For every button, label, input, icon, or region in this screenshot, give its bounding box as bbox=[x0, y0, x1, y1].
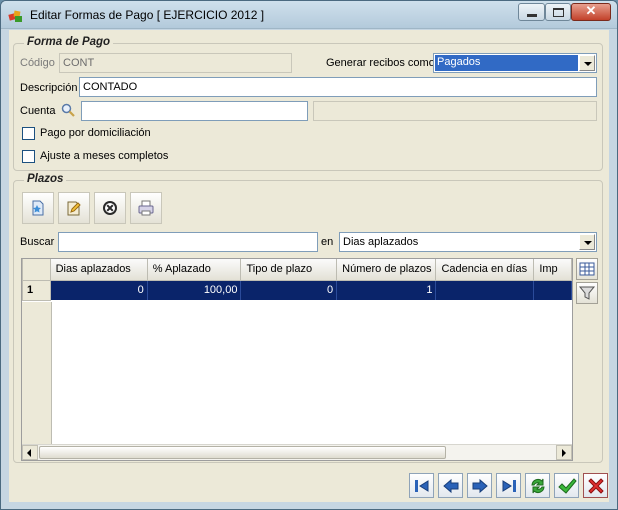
grid-view-icon bbox=[579, 262, 595, 276]
first-record-icon bbox=[415, 480, 429, 492]
delete-record-button[interactable] bbox=[94, 192, 126, 224]
next-record-button[interactable] bbox=[467, 473, 492, 498]
scroll-left-icon[interactable] bbox=[22, 445, 38, 460]
cancel-button[interactable] bbox=[583, 473, 608, 498]
edit-record-icon bbox=[67, 201, 81, 216]
payment-forms-icon bbox=[8, 10, 22, 22]
descripcion-label: Descripción bbox=[20, 82, 78, 94]
refresh-icon bbox=[531, 478, 545, 494]
cuenta-label: Cuenta bbox=[20, 105, 56, 117]
forma-pago-legend: Forma de Pago bbox=[24, 36, 114, 48]
scroll-right-icon[interactable] bbox=[556, 445, 572, 460]
generar-recibos-select[interactable]: Pagados bbox=[433, 53, 597, 73]
cuenta-description-field bbox=[313, 101, 597, 121]
cell-aplazado[interactable]: 100,00 bbox=[147, 280, 242, 300]
title-bar[interactable]: Editar Formas de Pago [ EJERCICIO 2012 ]… bbox=[1, 1, 617, 29]
scrollbar-thumb[interactable] bbox=[39, 446, 446, 459]
ajuste-meses-label[interactable]: Ajuste a meses completos bbox=[40, 150, 168, 162]
print-icon bbox=[138, 200, 154, 216]
new-record-icon bbox=[32, 200, 44, 216]
cell-numero-plazos[interactable]: 1 bbox=[336, 280, 437, 300]
cuenta-field[interactable] bbox=[81, 101, 308, 121]
codigo-field: CONT bbox=[59, 53, 292, 73]
column-header[interactable]: Dias aplazados bbox=[49, 259, 148, 281]
edit-record-button[interactable] bbox=[58, 192, 90, 224]
generar-recibos-value: Pagados bbox=[435, 55, 578, 71]
plazos-grid[interactable]: Dias aplazados % Aplazado Tipo de plazo … bbox=[21, 258, 573, 461]
generar-recibos-label: Generar recibos como bbox=[326, 57, 435, 69]
table-header-row: Dias aplazados % Aplazado Tipo de plazo … bbox=[22, 259, 572, 281]
buscar-label: Buscar bbox=[20, 236, 55, 248]
chevron-down-icon[interactable] bbox=[579, 55, 595, 71]
ajuste-meses-checkbox[interactable] bbox=[22, 150, 35, 163]
pago-domiciliacion-checkbox[interactable] bbox=[22, 127, 35, 140]
table-row[interactable]: 1 0 100,00 0 1 bbox=[22, 279, 572, 301]
first-record-button[interactable] bbox=[409, 473, 434, 498]
last-record-button[interactable] bbox=[496, 473, 521, 498]
row-number: 1 bbox=[22, 279, 51, 301]
descripcion-field[interactable]: CONTADO bbox=[79, 77, 597, 97]
accept-button[interactable] bbox=[554, 473, 579, 498]
buscar-en-value: Dias aplazados bbox=[343, 236, 419, 248]
row-header-column bbox=[22, 302, 52, 447]
column-header[interactable]: Número de plazos bbox=[336, 259, 437, 281]
plazos-legend: Plazos bbox=[24, 173, 67, 185]
delete-record-icon bbox=[103, 201, 117, 215]
en-label: en bbox=[321, 236, 334, 248]
cell-imp[interactable] bbox=[533, 280, 572, 300]
new-record-button[interactable] bbox=[22, 192, 54, 224]
last-record-icon bbox=[502, 480, 516, 492]
window-title: Editar Formas de Pago [ EJERCICIO 2012 ] bbox=[30, 8, 265, 22]
horizontal-scrollbar[interactable] bbox=[22, 444, 572, 460]
column-header[interactable]: Imp bbox=[533, 259, 572, 281]
buscar-field[interactable] bbox=[58, 232, 318, 252]
minimize-icon bbox=[527, 14, 537, 17]
maximize-icon bbox=[553, 8, 564, 17]
window: Editar Formas de Pago [ EJERCICIO 2012 ]… bbox=[0, 0, 618, 510]
plazos-toolbar bbox=[22, 192, 162, 224]
plazos-table: Dias aplazados % Aplazado Tipo de plazo … bbox=[22, 259, 572, 301]
maximize-button[interactable] bbox=[545, 3, 571, 21]
dialog-body: Forma de Pago Código CONT Generar recibo… bbox=[9, 30, 609, 502]
codigo-label: Código bbox=[20, 57, 55, 69]
row-header-corner bbox=[22, 259, 51, 281]
cell-dias-aplazados[interactable]: 0 bbox=[50, 280, 148, 300]
grid-view-button[interactable] bbox=[576, 258, 598, 280]
minimize-button[interactable] bbox=[518, 3, 545, 21]
refresh-button[interactable] bbox=[525, 473, 550, 498]
filter-icon bbox=[578, 286, 596, 300]
column-header[interactable]: % Aplazado bbox=[146, 259, 242, 281]
previous-record-button[interactable] bbox=[438, 473, 463, 498]
cell-cadencia[interactable] bbox=[435, 280, 535, 300]
column-header[interactable]: Cadencia en días bbox=[435, 259, 535, 281]
column-header[interactable]: Tipo de plazo bbox=[240, 259, 338, 281]
accept-icon bbox=[558, 478, 577, 494]
print-button[interactable] bbox=[130, 192, 162, 224]
cell-tipo-plazo[interactable]: 0 bbox=[240, 280, 338, 300]
close-icon: ✕ bbox=[585, 3, 597, 18]
pago-domiciliacion-label[interactable]: Pago por domiciliación bbox=[40, 127, 151, 139]
previous-record-icon bbox=[443, 478, 459, 494]
chevron-down-icon[interactable] bbox=[579, 234, 595, 250]
next-record-icon bbox=[472, 478, 488, 494]
buscar-en-select[interactable]: Dias aplazados bbox=[339, 232, 597, 252]
cancel-icon bbox=[588, 478, 604, 494]
close-button[interactable]: ✕ bbox=[571, 3, 611, 21]
filter-button[interactable] bbox=[576, 282, 598, 304]
search-icon[interactable] bbox=[61, 103, 75, 117]
